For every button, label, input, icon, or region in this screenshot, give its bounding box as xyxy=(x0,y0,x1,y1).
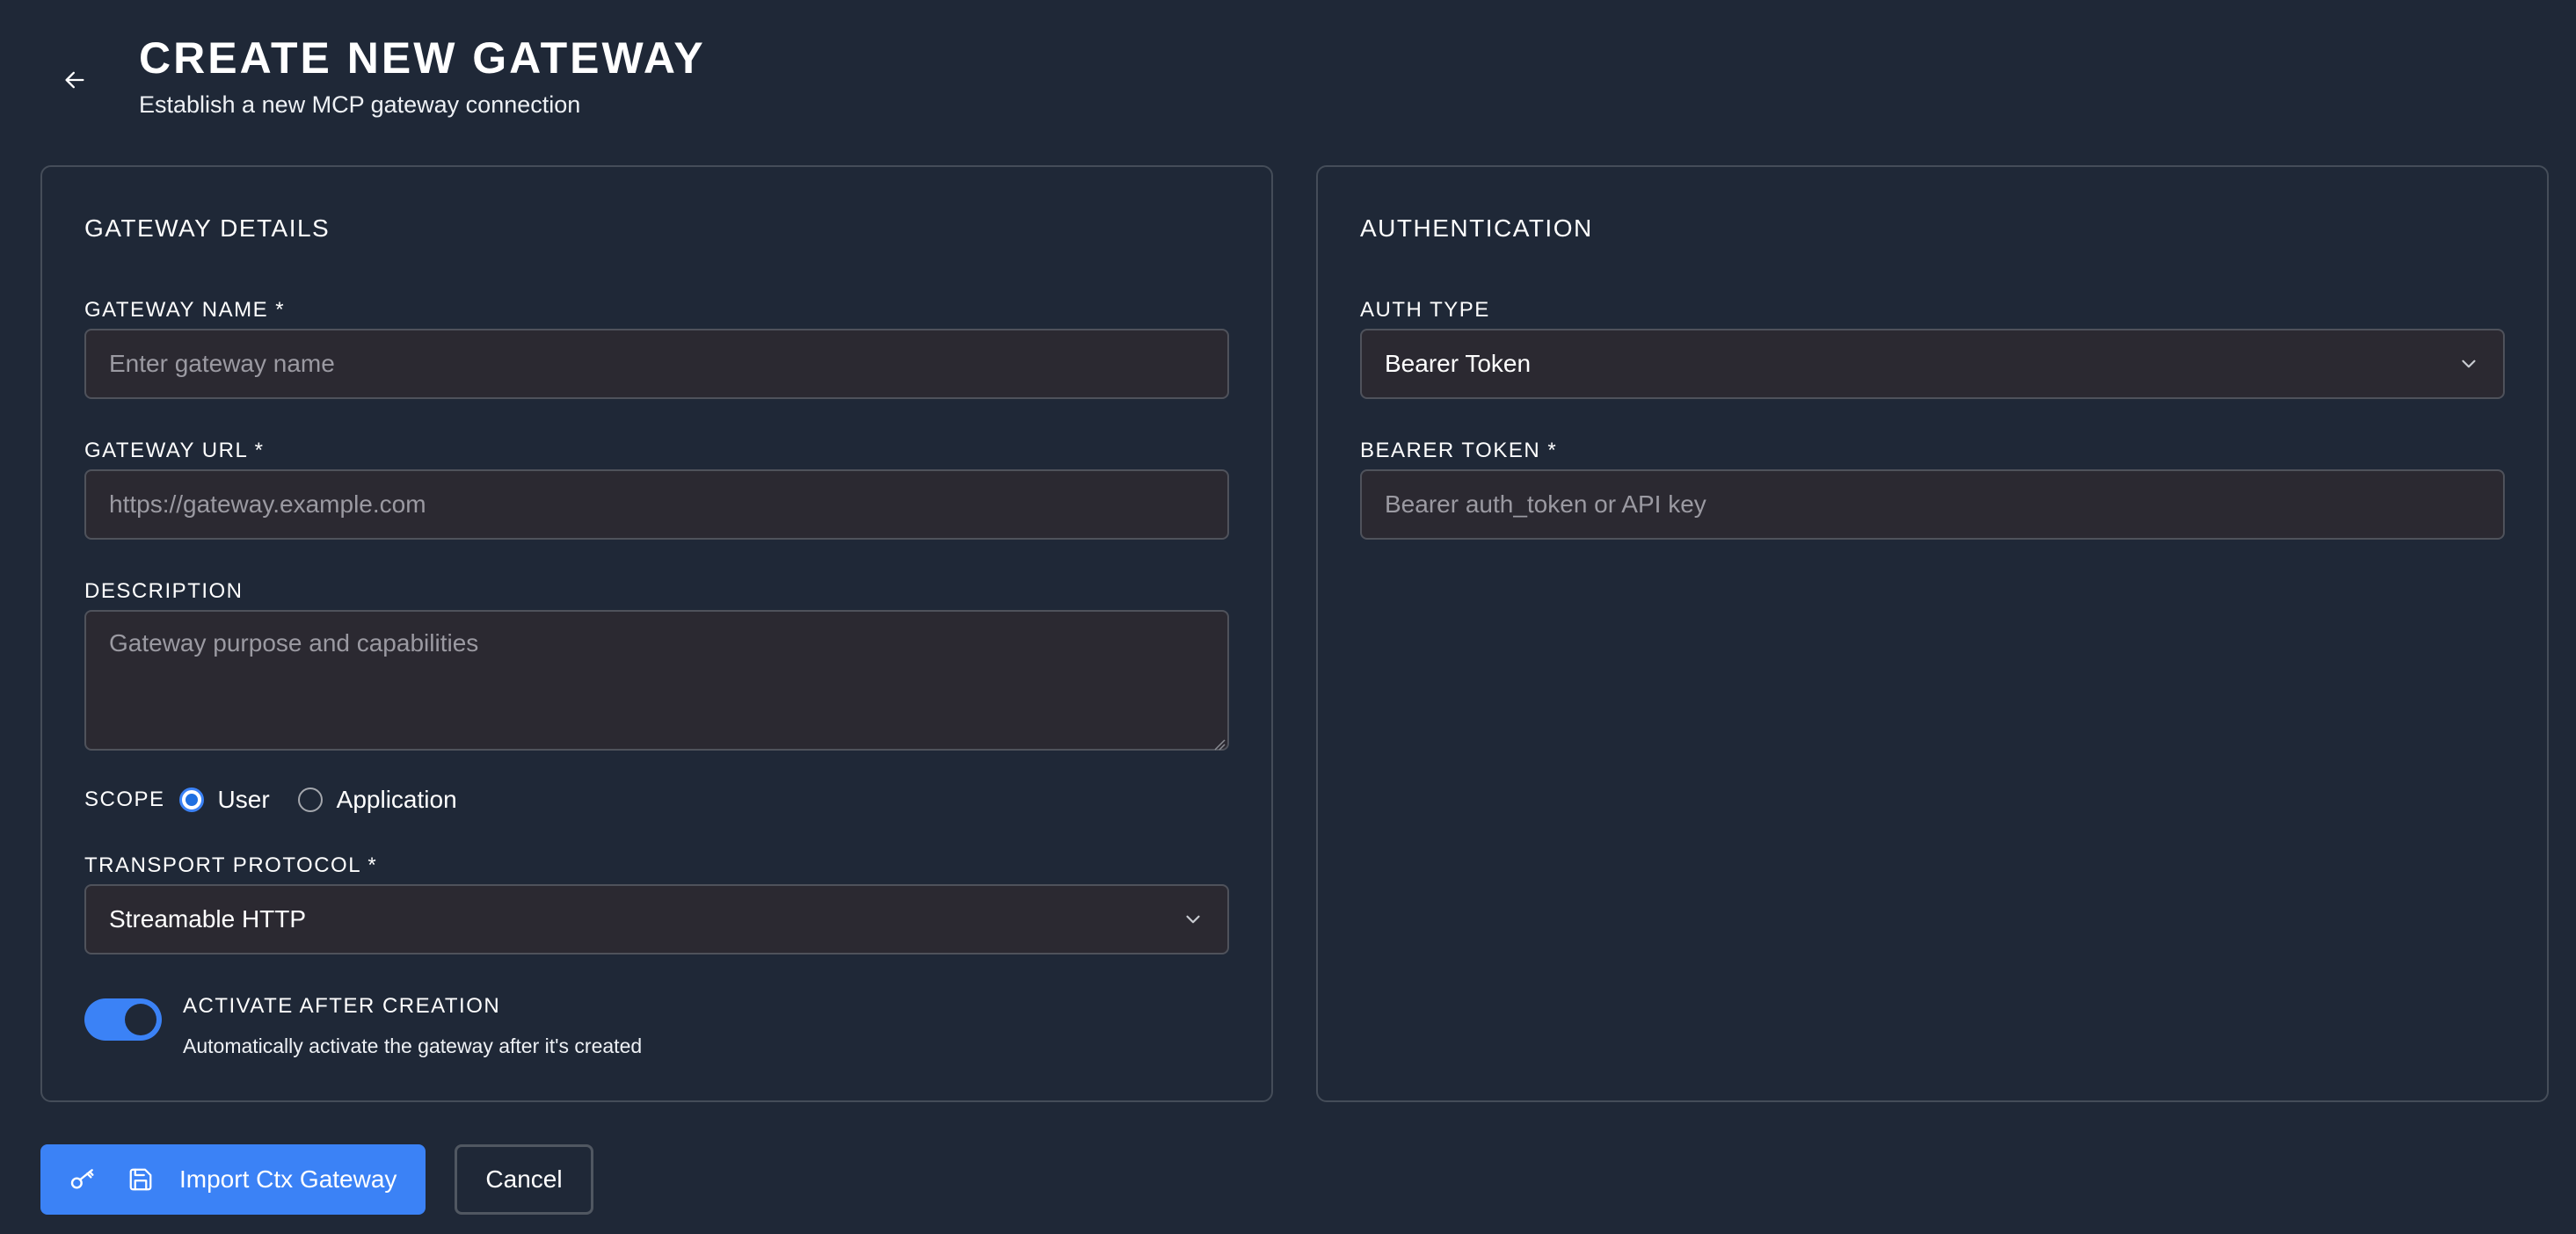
gateway-name-input[interactable] xyxy=(84,329,1229,399)
gateway-url-label: GATEWAY URL * xyxy=(84,439,265,462)
bearer-token-label: BEARER TOKEN * xyxy=(1360,439,1558,462)
import-gateway-button[interactable]: Import Ctx Gateway xyxy=(40,1144,426,1215)
chevron-down-icon xyxy=(2462,359,2476,368)
gateway-name-label: GATEWAY NAME * xyxy=(84,298,286,322)
activate-toggle[interactable] xyxy=(84,998,162,1041)
activate-description: Automatically activate the gateway after… xyxy=(183,1034,643,1057)
key-icon xyxy=(67,1164,98,1195)
scope-user-label[interactable]: User xyxy=(218,786,270,814)
auth-type-label: AUTH TYPE xyxy=(1360,298,1490,322)
page-title: CREATE NEW GATEWAY xyxy=(139,33,706,83)
scope-application-label[interactable]: Application xyxy=(337,786,457,814)
save-icon xyxy=(125,1164,156,1195)
cancel-button[interactable]: Cancel xyxy=(455,1144,593,1215)
back-button[interactable] xyxy=(53,58,97,102)
authentication-card: AUTHENTICATION AUTH TYPE Bearer Token BE… xyxy=(1316,165,2549,1102)
gateway-url-input[interactable] xyxy=(84,469,1229,540)
create-gateway-page: CREATE NEW GATEWAY Establish a new MCP g… xyxy=(0,0,2576,1234)
transport-protocol-label: TRANSPORT PROTOCOL * xyxy=(84,853,378,877)
import-gateway-label: Import Ctx Gateway xyxy=(179,1165,397,1193)
toggle-knob xyxy=(125,1004,156,1035)
chevron-down-icon xyxy=(1186,915,1200,924)
gateway-details-card: GATEWAY DETAILS GATEWAY NAME * GATEWAY U… xyxy=(40,165,1273,1102)
activate-title: ACTIVATE AFTER CREATION xyxy=(183,994,501,1018)
scope-radio-group: SCOPE User Application xyxy=(84,782,485,817)
bearer-token-input[interactable] xyxy=(1360,469,2505,540)
page-subtitle: Establish a new MCP gateway connection xyxy=(139,91,581,118)
auth-type-value: Bearer Token xyxy=(1385,350,1532,377)
gateway-details-title: GATEWAY DETAILS xyxy=(84,214,331,242)
resize-handle-icon[interactable] xyxy=(1212,737,1226,751)
authentication-title: AUTHENTICATION xyxy=(1360,214,1593,242)
scope-label: SCOPE xyxy=(84,788,165,811)
scope-application-radio[interactable] xyxy=(297,788,323,812)
transport-protocol-select[interactable]: Streamable HTTP xyxy=(84,884,1229,955)
arrow-left-icon xyxy=(65,71,84,89)
scope-user-radio[interactable] xyxy=(178,788,204,812)
description-label: DESCRIPTION xyxy=(84,579,244,603)
transport-protocol-value: Streamable HTTP xyxy=(109,905,307,933)
description-textarea[interactable] xyxy=(84,610,1229,751)
auth-type-select[interactable]: Bearer Token xyxy=(1360,329,2505,399)
radio-dot xyxy=(185,794,198,806)
